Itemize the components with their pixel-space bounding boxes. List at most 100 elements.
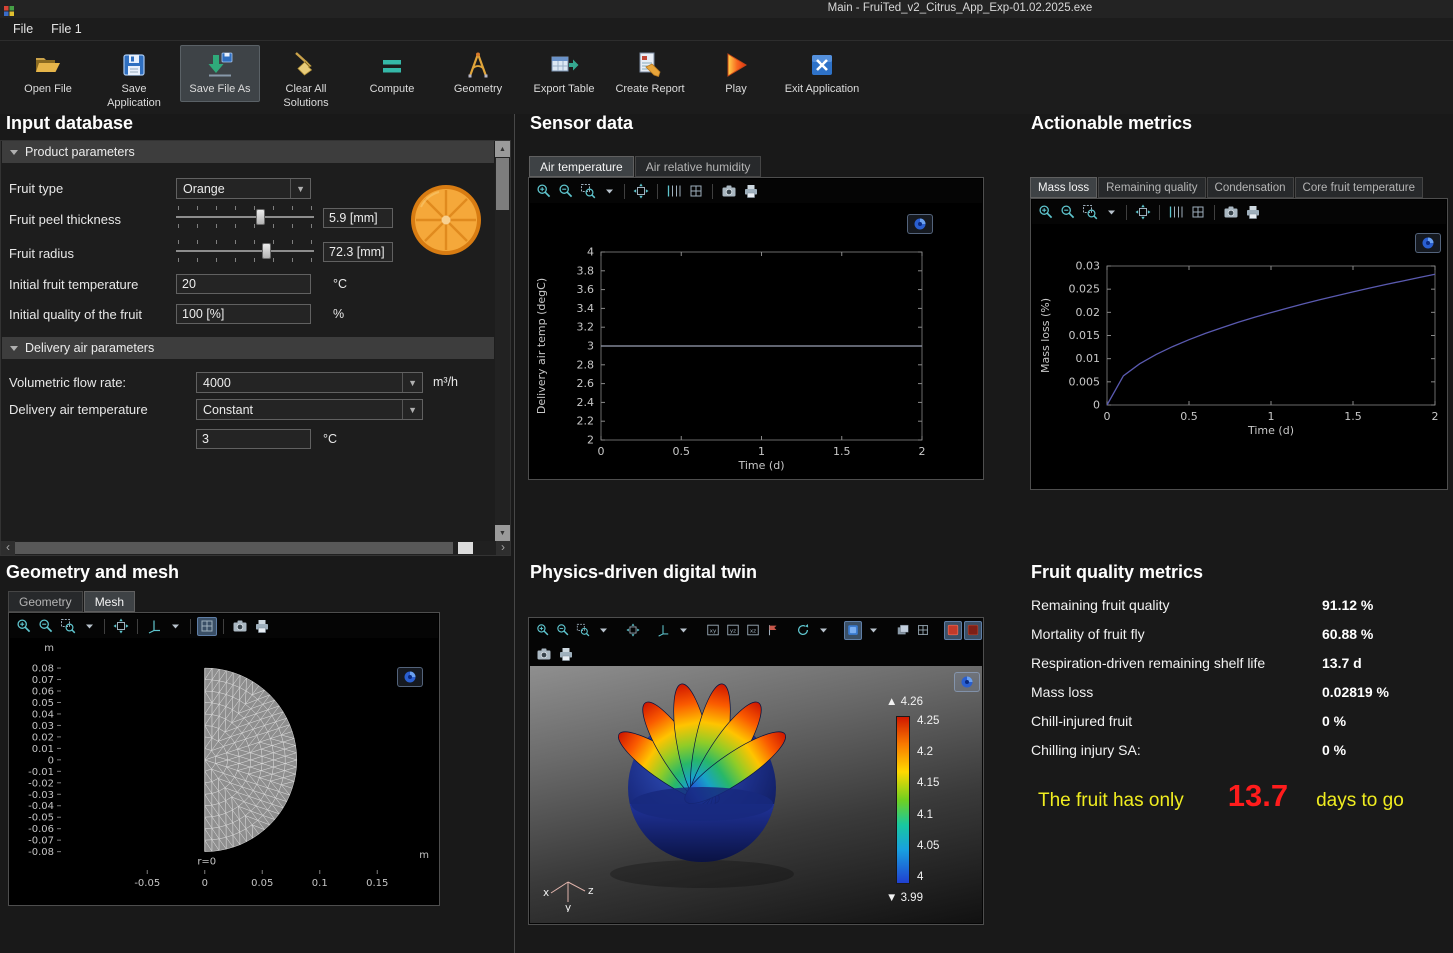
zoom-out-icon[interactable]	[554, 621, 572, 640]
menu-item-file-1[interactable]: File 1	[42, 20, 91, 38]
peel-thickness-slider[interactable]	[176, 205, 314, 229]
zoom-extents-icon[interactable]	[631, 182, 651, 201]
zoom-in-icon[interactable]	[534, 182, 554, 201]
initial-temperature-field[interactable]: 20	[176, 274, 311, 294]
grid-icon[interactable]	[197, 617, 217, 636]
scroll-left-arrow[interactable]: ‹	[1, 541, 15, 555]
triad-icon[interactable]	[654, 621, 672, 640]
delivery-air-parameters-header[interactable]: Delivery air parameters	[2, 337, 494, 359]
print-icon[interactable]	[741, 182, 761, 201]
menu-item-file[interactable]: File	[4, 20, 42, 38]
scroll-up-arrow[interactable]: ▲	[495, 141, 510, 157]
view-yz-icon[interactable]: yz	[724, 621, 742, 640]
zoom-box-icon[interactable]	[578, 182, 598, 201]
tab-remaining-quality[interactable]: Remaining quality	[1098, 177, 1205, 198]
tab-air-temperature[interactable]: Air temperature	[529, 156, 634, 177]
compute-button[interactable]: Compute	[352, 45, 432, 102]
tab-geometry[interactable]: Geometry	[8, 591, 83, 612]
sensor-chart-canvas[interactable]: 00.511.5222.22.42.62.833.23.43.63.84Time…	[529, 203, 983, 478]
zoom-extents-icon[interactable]	[1133, 203, 1153, 222]
zoom-out-icon[interactable]	[556, 182, 576, 201]
zoom-extents-icon[interactable]	[624, 621, 642, 640]
zoom-out-icon[interactable]	[1058, 203, 1078, 222]
comsol-logo-button[interactable]	[1415, 233, 1441, 253]
tab-mesh[interactable]: Mesh	[84, 591, 135, 612]
comsol-logo-button[interactable]	[907, 214, 933, 234]
play-button[interactable]: Play	[696, 45, 776, 102]
triad-icon[interactable]	[144, 617, 164, 636]
product-parameters-header[interactable]: Product parameters	[2, 141, 494, 163]
view-xy-icon[interactable]: xy	[704, 621, 722, 640]
dropdown-arrow-icon[interactable]	[80, 617, 98, 636]
zoom-box-icon[interactable]	[1080, 203, 1100, 222]
camera-icon[interactable]	[719, 182, 739, 201]
digital-twin-scene[interactable]: ▲ 4.26 4.254.24.154.14.054 ▼ 3.99 x y z	[530, 666, 982, 923]
print-icon[interactable]	[252, 617, 272, 636]
tab-core-fruit-temperature[interactable]: Core fruit temperature	[1295, 177, 1424, 198]
grid-icon[interactable]	[914, 621, 932, 640]
tab-air-relative-humidity[interactable]: Air relative humidity	[635, 156, 762, 177]
tab-mass-loss[interactable]: Mass loss	[1030, 177, 1097, 198]
massloss-chart-canvas[interactable]: 00.511.5200.0050.010.0150.020.0250.03Tim…	[1031, 224, 1447, 488]
zoom-box-icon[interactable]	[574, 621, 592, 640]
comsol-logo-button[interactable]	[397, 667, 423, 687]
camera-icon[interactable]	[230, 617, 250, 636]
fruit-type-select[interactable]: Orange ▼	[176, 178, 311, 199]
delivery-temp-value-field[interactable]: 3	[196, 429, 311, 449]
geometry-button[interactable]: Geometry	[438, 45, 518, 102]
dropdown-arrow-icon[interactable]	[166, 617, 184, 636]
dropdown-arrow-icon[interactable]	[600, 182, 618, 201]
print-icon[interactable]	[1243, 203, 1263, 222]
clear-all-solutions-button[interactable]: Clear All Solutions	[266, 45, 346, 116]
flow-rate-select[interactable]: 4000 ▼	[196, 372, 423, 393]
zoom-in-icon[interactable]	[534, 621, 552, 640]
scroll-down-arrow[interactable]: ▼	[495, 525, 510, 541]
scroll-right-arrow[interactable]: ›	[496, 541, 510, 555]
save-file-as-button[interactable]: Save File As	[180, 45, 260, 102]
exit-application-button[interactable]: Exit Application	[782, 45, 862, 102]
dropdown-arrow-icon[interactable]	[864, 621, 882, 640]
vertical-scrollbar[interactable]: ▲ ▼	[495, 141, 510, 541]
scrollbar-thumb[interactable]	[15, 542, 453, 554]
scrollbar-grip[interactable]	[458, 542, 473, 554]
scrollbar-thumb[interactable]	[496, 158, 509, 210]
slider-thumb[interactable]	[262, 243, 271, 259]
peel-thickness-field[interactable]: 5.9 [mm]	[323, 208, 393, 228]
y-grid-icon[interactable]	[664, 182, 684, 201]
view-xz-icon[interactable]: xz	[744, 621, 762, 640]
dropdown-arrow-icon[interactable]	[1102, 203, 1120, 222]
zoom-in-icon[interactable]	[1036, 203, 1056, 222]
flag-icon[interactable]	[764, 621, 782, 640]
clip-red-icon[interactable]	[944, 621, 962, 640]
tab-condensation[interactable]: Condensation	[1207, 177, 1294, 198]
slider-thumb[interactable]	[256, 209, 265, 225]
fruit-radius-slider[interactable]	[176, 239, 314, 263]
save-application-button[interactable]: Save Application	[94, 45, 174, 116]
dropdown-arrow-icon[interactable]	[814, 621, 832, 640]
grid-icon[interactable]	[686, 182, 706, 201]
horizontal-scrollbar[interactable]: ‹ ›	[1, 541, 510, 555]
fruit-radius-field[interactable]: 72.3 [mm]	[323, 242, 393, 262]
print-icon[interactable]	[556, 645, 576, 664]
y-grid-icon[interactable]	[1166, 203, 1186, 222]
comsol-logo-button[interactable]	[954, 672, 980, 692]
delivery-temp-select[interactable]: Constant ▼	[196, 399, 423, 420]
dropdown-arrow-icon[interactable]	[594, 621, 612, 640]
grid-icon[interactable]	[1188, 203, 1208, 222]
camera-icon[interactable]	[534, 645, 554, 664]
zoom-box-icon[interactable]	[58, 617, 78, 636]
zoom-out-icon[interactable]	[36, 617, 56, 636]
initial-quality-field[interactable]: 100 [%]	[176, 304, 311, 324]
zoom-extents-icon[interactable]	[111, 617, 131, 636]
open-file-button[interactable]: Open File	[8, 45, 88, 102]
mesh-plot-canvas[interactable]: 0.080.070.060.050.040.030.020.010-0.01-0…	[9, 638, 439, 904]
export-table-button[interactable]: Export Table	[524, 45, 604, 102]
scene-icon[interactable]	[844, 621, 862, 640]
clip-maroon-icon[interactable]	[964, 621, 982, 640]
layers-icon[interactable]	[894, 621, 912, 640]
create-report-button[interactable]: Create Report	[610, 45, 690, 102]
camera-icon[interactable]	[1221, 203, 1241, 222]
zoom-in-icon[interactable]	[14, 617, 34, 636]
dropdown-arrow-icon[interactable]	[674, 621, 692, 640]
rotate-icon[interactable]	[794, 621, 812, 640]
